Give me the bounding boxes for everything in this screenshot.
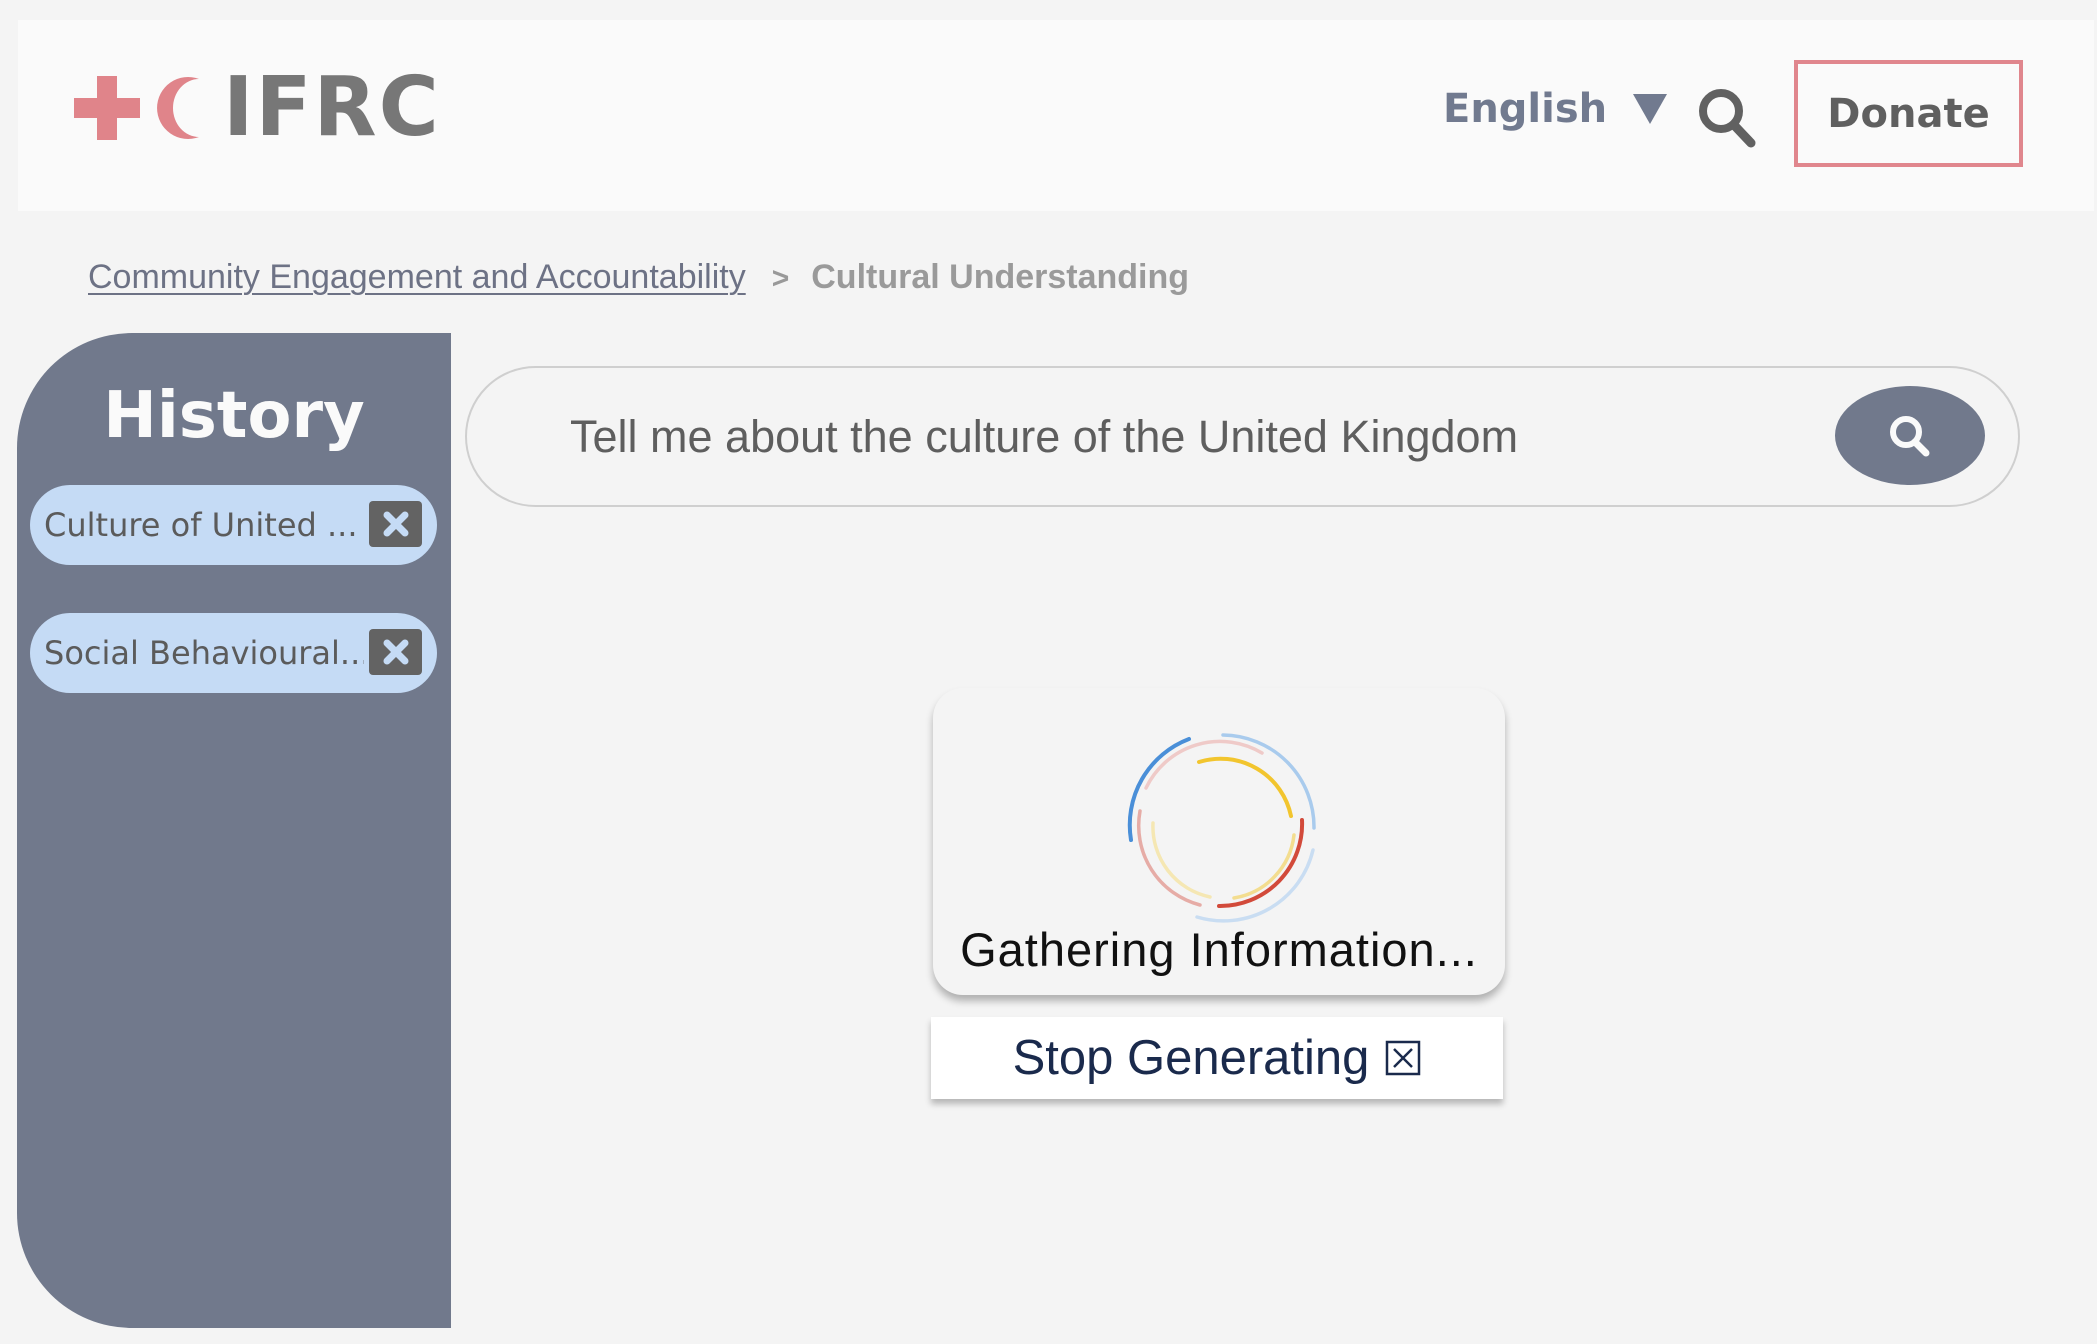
logo-text: IFRC xyxy=(223,60,441,155)
breadcrumb-separator: > xyxy=(771,262,790,295)
submit-search-button[interactable] xyxy=(1835,386,1985,485)
loading-spinner-icon xyxy=(1127,733,1316,923)
red-cross-icon xyxy=(74,76,140,140)
search-icon xyxy=(1890,415,1930,456)
close-icon xyxy=(383,511,408,537)
chat-search-bar xyxy=(465,366,2020,507)
breadcrumb: Community Engagement and Accountability … xyxy=(88,258,1189,297)
loading-status-text: Gathering Information... xyxy=(960,923,1478,976)
ifrc-logo[interactable]: IFRC xyxy=(74,60,441,155)
close-box-icon xyxy=(1386,1040,1421,1076)
stop-generating-label: Stop Generating xyxy=(1012,1031,1370,1085)
history-item[interactable]: Culture of United ... xyxy=(30,485,437,565)
language-label: English xyxy=(1443,86,1608,132)
query-input[interactable] xyxy=(570,398,1810,476)
history-item-label: Culture of United ... xyxy=(44,506,358,544)
history-sidebar: History Culture of United ... Social Beh… xyxy=(17,333,451,1328)
close-icon xyxy=(383,639,408,665)
breadcrumb-current: Cultural Understanding xyxy=(811,258,1190,296)
delete-history-button[interactable] xyxy=(369,501,422,547)
search-icon[interactable] xyxy=(1696,86,1758,148)
language-selector[interactable]: English xyxy=(1443,86,1668,132)
loading-card: Gathering Information... xyxy=(933,688,1505,995)
delete-history-button[interactable] xyxy=(369,629,422,675)
caret-down-icon xyxy=(1633,94,1668,124)
stop-generating-button[interactable]: Stop Generating xyxy=(931,1017,1503,1099)
breadcrumb-parent-link[interactable]: Community Engagement and Accountability xyxy=(88,258,746,297)
history-item[interactable]: Social Behavioural... xyxy=(30,613,437,693)
history-title: History xyxy=(103,379,365,453)
donate-button[interactable]: Donate xyxy=(1794,60,2023,167)
red-crescent-icon xyxy=(157,77,199,139)
history-item-label: Social Behavioural... xyxy=(44,634,364,672)
